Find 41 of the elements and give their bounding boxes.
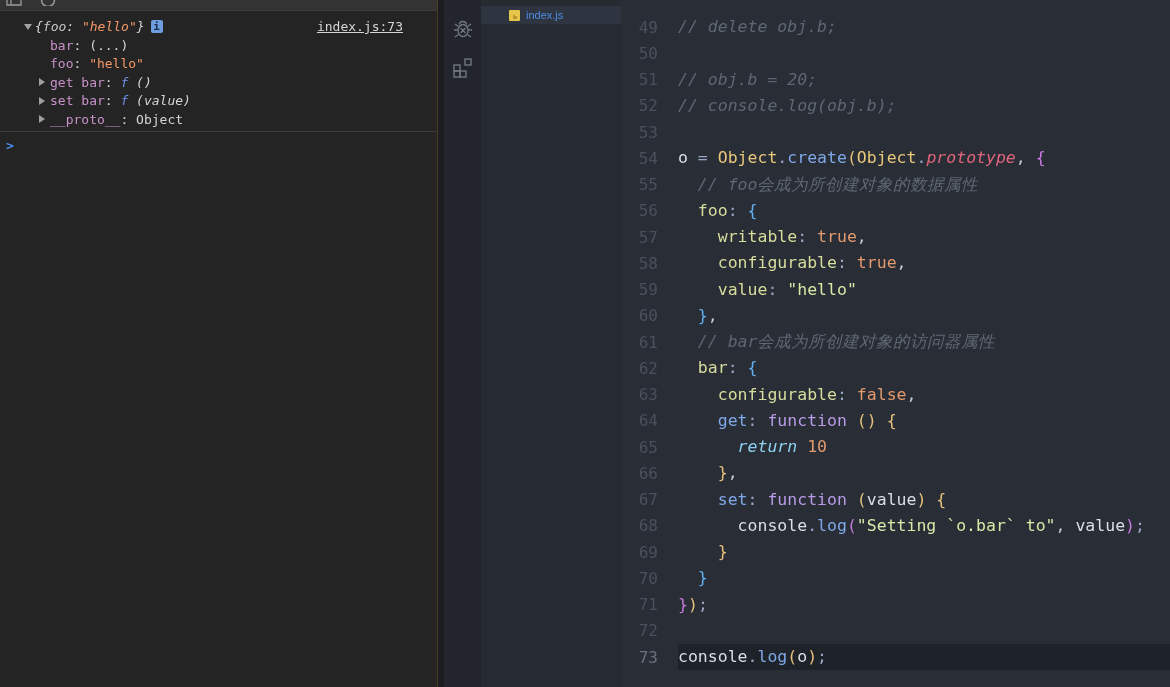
code-line: console.log("Setting `o.bar` to", value); [736,514,1145,537]
code-line: o = Object.create(Object.prototype, { [678,147,1046,170]
code-line: }); [678,593,708,616]
code-line: value: "hello" [716,278,857,301]
code-line: // console.log(obj.b); [678,94,897,117]
code-line: } [696,567,708,590]
js-file-icon [509,9,520,21]
source-link[interactable]: index.js:73 [316,19,403,34]
code-line: writable: true, [716,226,867,249]
object-summary: {foo: "hello"} [35,19,145,34]
expand-triangle-icon[interactable] [38,78,46,87]
property-line: __proto__: Object [50,111,184,127]
debug-icon[interactable] [451,18,474,40]
code-line: // obj.b = 20; [678,68,818,91]
code-line: get: function () { [716,409,897,432]
clear-icon[interactable] [40,0,56,6]
expand-triangle-icon[interactable] [38,96,46,105]
code-line: }, [696,304,718,327]
console-prompt[interactable]: > [6,137,14,153]
code-line: // foo会成为所创建对象的数据属性 [696,173,979,196]
code-line: configurable: false, [716,383,917,406]
property-line: set bar: f (value) [50,93,191,109]
code-line: foo: { [696,199,758,222]
line-number: 73 [637,647,658,667]
code-line: bar: { [696,357,758,380]
extensions-icon[interactable] [451,57,474,79]
property-line: foo: "hello" [50,56,144,72]
code-line: // delete obj.b; [678,16,837,39]
code-line: }, [716,462,738,485]
property-line: bar: (...) [50,37,129,53]
sidebar-icon[interactable] [6,0,22,6]
code-line: // bar会成为所创建对象的访问器属性 [696,331,996,354]
property-line: get bar: f () [50,74,152,90]
file-item[interactable]: index.js [481,6,621,24]
expand-triangle-icon[interactable] [38,115,46,124]
code-line: } [716,541,728,564]
info-badge: i [150,20,163,33]
code-line: configurable: true, [716,252,907,275]
expand-triangle-icon[interactable] [24,22,32,31]
code-line: return 10 [736,436,827,459]
code-line: set: function (value) { [716,488,947,511]
